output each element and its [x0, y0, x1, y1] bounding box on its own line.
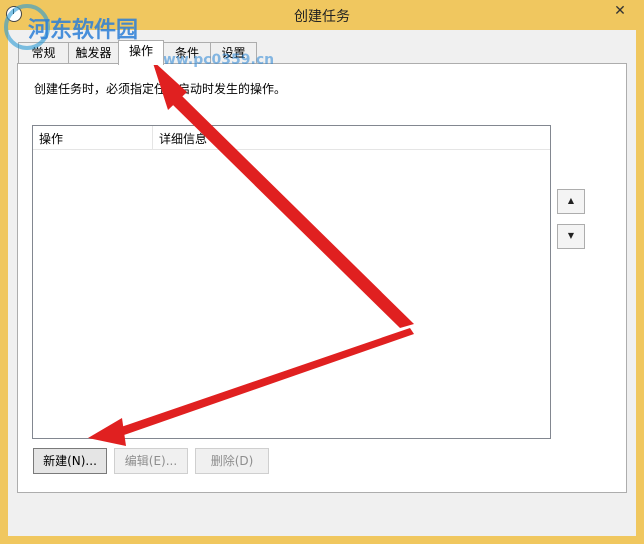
tab-triggers[interactable]: 触发器 [68, 42, 119, 63]
column-header-action[interactable]: 操作 [39, 130, 63, 147]
actions-list[interactable]: 操作 详细信息 [32, 125, 551, 439]
watermark-url: www.pc0359.cn [150, 52, 275, 68]
close-icon: ✕ [614, 3, 626, 19]
move-up-button[interactable]: ▲ [557, 189, 585, 214]
triangle-up-icon: ▲ [567, 196, 575, 205]
triangle-down-icon: ▼ [567, 231, 575, 240]
edit-action-button[interactable]: 编辑(E)... [114, 448, 188, 474]
column-divider[interactable] [152, 126, 153, 149]
close-button[interactable]: ✕ [608, 1, 632, 21]
move-down-button[interactable]: ▼ [557, 224, 585, 249]
new-action-button[interactable]: 新建(N)... [33, 448, 107, 474]
column-header-details[interactable]: 详细信息 [159, 130, 207, 147]
tab-actions[interactable]: 操作 [118, 40, 164, 65]
list-header: 操作 详细信息 [33, 126, 550, 150]
delete-action-button[interactable]: 删除(D) [195, 448, 269, 474]
actions-description: 创建任务时，必须指定任务启动时发生的操作。 [34, 82, 287, 96]
